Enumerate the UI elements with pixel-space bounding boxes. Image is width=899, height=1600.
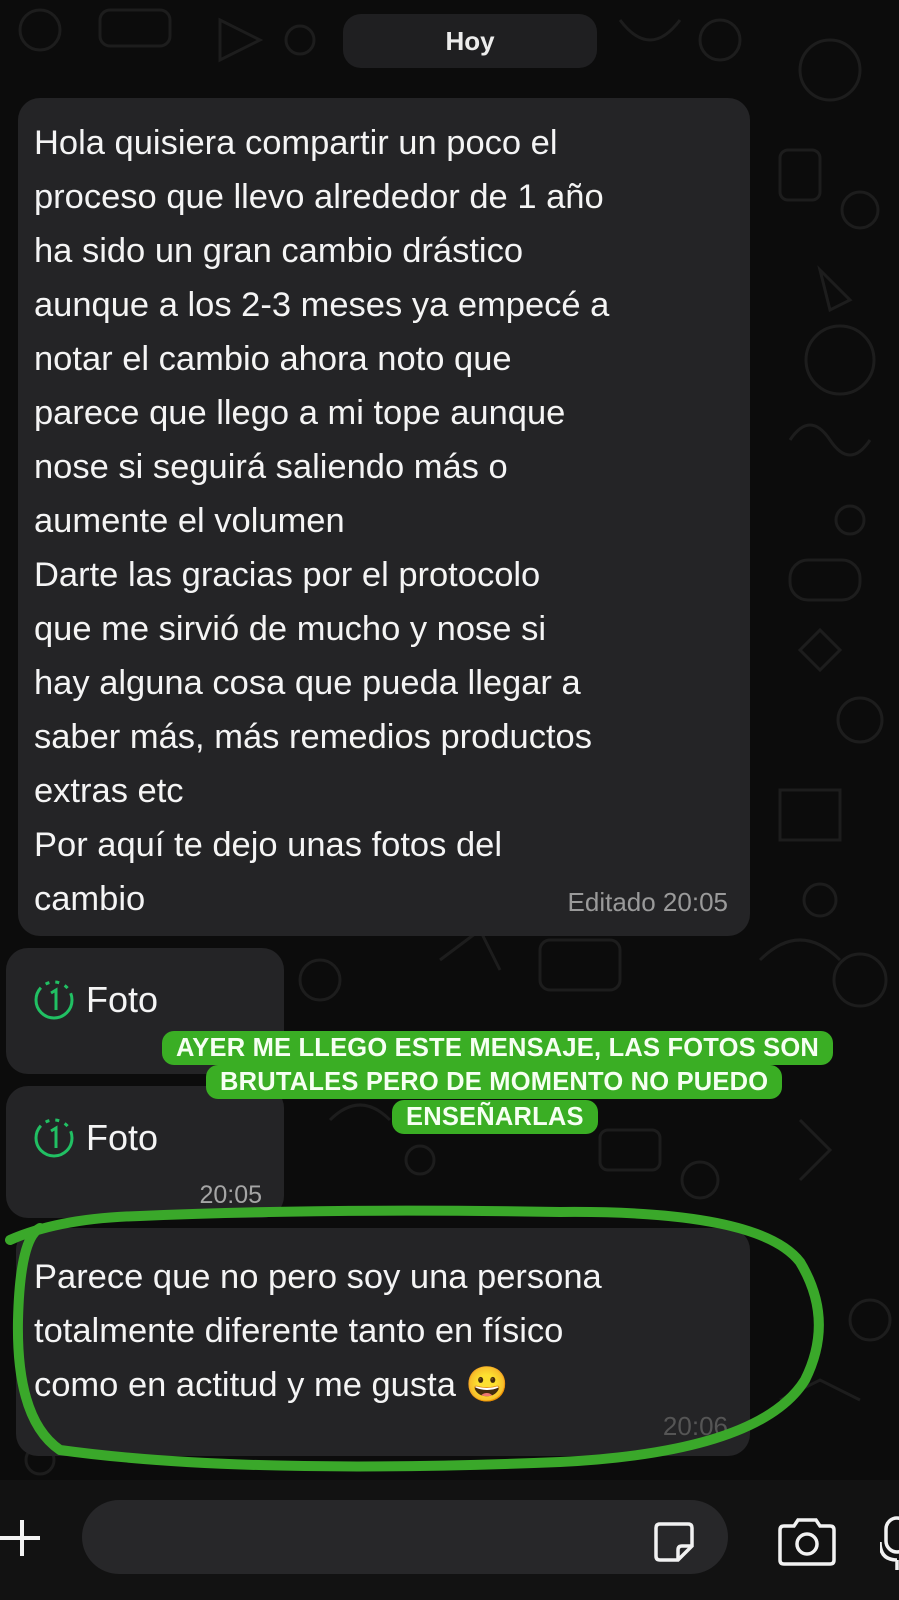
message-text: Hola quisiera compartir un poco el proce…	[34, 124, 610, 918]
message-input[interactable]	[82, 1500, 728, 1574]
photo-row: Foto	[32, 978, 158, 1022]
date-divider: Hoy	[343, 14, 597, 68]
camera-icon[interactable]	[776, 1516, 838, 1568]
message-text: Parece que no pero soy una persona total…	[34, 1258, 602, 1404]
view-once-photo-message[interactable]: Foto 20:05	[6, 1086, 284, 1218]
incoming-message-bubble[interactable]: Hola quisiera compartir un poco el proce…	[18, 98, 750, 936]
message-timestamp: 20:05	[199, 1181, 262, 1209]
message-timestamp: 20:06	[662, 1411, 728, 1441]
photo-row: Foto	[32, 1116, 158, 1160]
attach-button[interactable]	[0, 1508, 44, 1568]
incoming-message-bubble[interactable]: Parece que no pero soy una persona total…	[16, 1228, 750, 1456]
view-once-icon	[34, 980, 74, 1020]
overlay-caption-line: AYER ME LLEGO ESTE MENSAJE, LAS FOTOS SO…	[162, 1031, 833, 1065]
photo-label: Foto	[86, 979, 159, 1020]
message-timestamp: Editado 20:05	[567, 887, 728, 917]
overlay-caption-line: BRUTALES PERO DE MOMENTO NO PUEDO	[206, 1065, 783, 1099]
view-once-icon	[34, 1118, 74, 1158]
plus-icon	[0, 1520, 40, 1556]
sticker-icon[interactable]	[650, 1518, 698, 1566]
microphone-icon[interactable]	[880, 1512, 899, 1572]
photo-label: Foto	[86, 1117, 159, 1158]
composer-bar	[0, 1480, 899, 1600]
overlay-caption-line: ENSEÑARLAS	[392, 1100, 598, 1134]
